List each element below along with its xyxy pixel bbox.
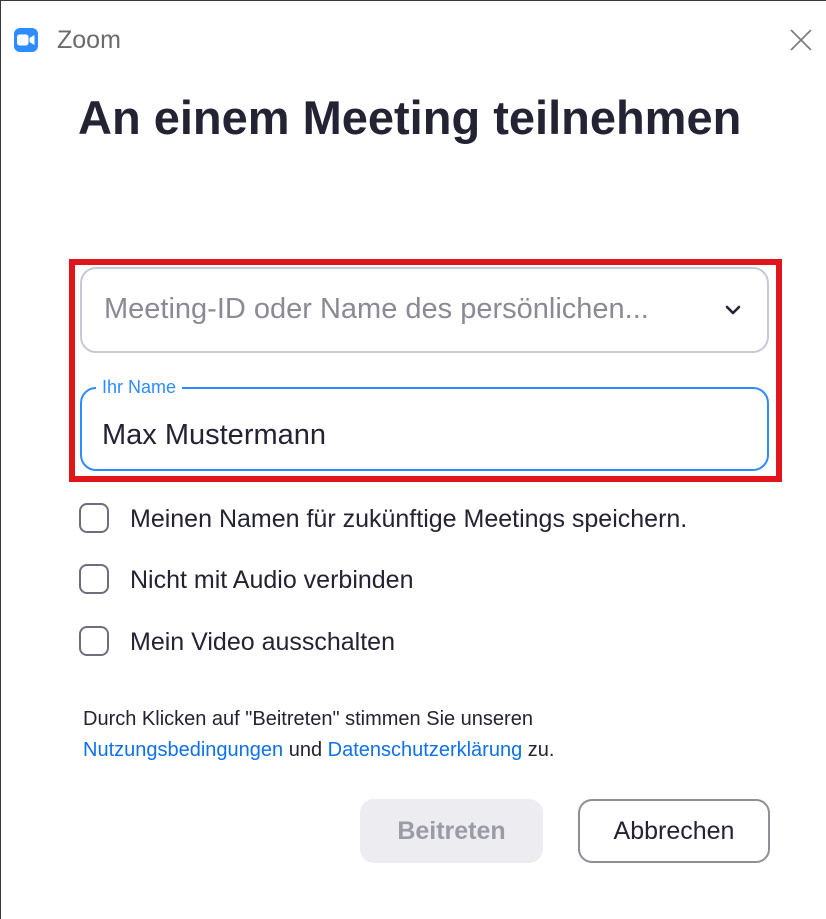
terms-conjunction: und [283, 739, 328, 761]
close-icon [790, 29, 812, 51]
app-title: Zoom [57, 26, 121, 54]
terms-of-use-link[interactable]: Nutzungsbedingungen [83, 739, 283, 761]
zoom-join-dialog: Zoom An einem Meeting teilnehmen Meeting… [0, 0, 826, 919]
chevron-down-icon[interactable] [723, 300, 743, 320]
name-field-label: Ihr Name [96, 376, 183, 398]
terms-text: Durch Klicken auf "Beitreten" stimmen Si… [83, 708, 533, 730]
no-audio-label: Nicht mit Audio verbinden [130, 566, 414, 594]
privacy-policy-link[interactable]: Datenschutzerklärung [328, 739, 523, 761]
dialog-heading: An einem Meeting teilnehmen [78, 91, 742, 144]
join-button[interactable]: Beitreten [360, 799, 543, 863]
close-button[interactable] [788, 27, 814, 53]
meeting-id-combobox[interactable]: Meeting-ID oder Name des persönlichen... [80, 267, 769, 353]
zoom-logo-icon [14, 28, 38, 52]
terms-notice: Durch Klicken auf "Beitreten" stimmen Si… [83, 704, 763, 766]
option-video-off[interactable]: Mein Video ausschalten [79, 626, 439, 660]
cancel-button[interactable]: Abbrechen [578, 799, 770, 863]
video-off-checkbox[interactable] [79, 626, 109, 656]
save-name-label: Meinen Namen für zukünftige Meetings spe… [130, 505, 688, 533]
no-audio-checkbox[interactable] [79, 564, 109, 594]
save-name-checkbox[interactable] [79, 503, 109, 533]
option-save-name[interactable]: Meinen Namen für zukünftige Meetings spe… [79, 503, 739, 537]
name-input[interactable] [102, 419, 742, 452]
video-off-label: Mein Video ausschalten [130, 628, 395, 656]
terms-suffix: zu. [522, 739, 555, 761]
meeting-id-placeholder: Meeting-ID oder Name des persönlichen... [104, 293, 649, 325]
option-no-audio[interactable]: Nicht mit Audio verbinden [79, 564, 479, 598]
name-field[interactable]: Ihr Name [80, 376, 769, 471]
title-bar: Zoom [1, 1, 826, 71]
